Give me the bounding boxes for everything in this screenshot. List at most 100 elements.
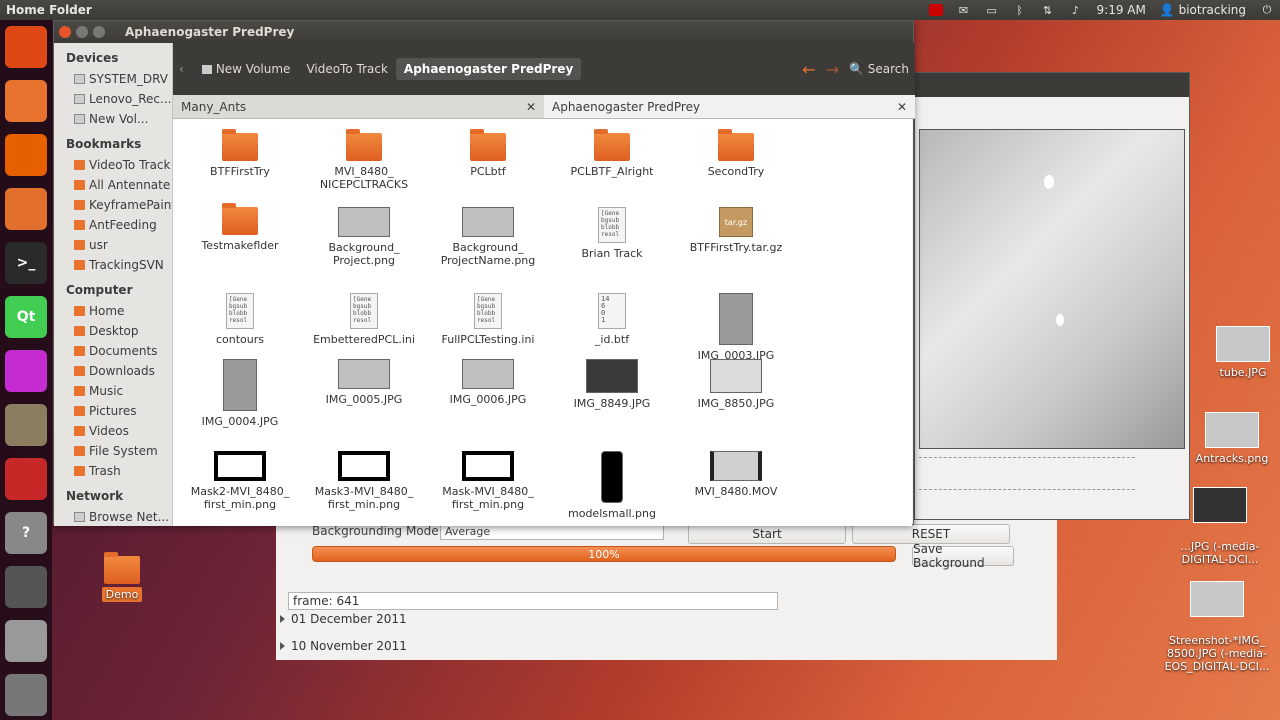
forward-arrow-icon[interactable]: → <box>826 60 839 79</box>
user-menu[interactable]: 👤 biotracking <box>1160 3 1246 17</box>
launcher-video-editor-icon[interactable] <box>5 350 47 392</box>
sidebar-item-computer-4[interactable]: Music <box>54 381 172 401</box>
launcher-files-icon[interactable] <box>5 80 47 122</box>
file-item[interactable]: Mask2-MVI_8480_ first_min.png <box>178 451 302 511</box>
tab-close-icon[interactable]: ✕ <box>897 100 907 114</box>
close-icon[interactable] <box>59 26 71 38</box>
mail-icon[interactable]: ✉ <box>957 4 971 17</box>
launcher-firefox-icon[interactable] <box>5 134 47 176</box>
sidebar-item-computer-1[interactable]: Desktop <box>54 321 172 341</box>
file-item[interactable]: PCLbtf <box>426 129 550 178</box>
sidebar-item-computer-0[interactable]: Home <box>54 301 172 321</box>
breadcrumb-videoto-track[interactable]: VideoTo Track <box>298 58 395 80</box>
minimize-icon[interactable] <box>76 26 88 38</box>
launcher-gimp-icon[interactable] <box>5 404 47 446</box>
back-arrow-icon[interactable]: ← <box>802 60 815 79</box>
sidebar-item-bookmarks-0[interactable]: VideoTo Track <box>54 155 172 175</box>
launcher-terminal-icon[interactable]: >_ <box>5 242 47 284</box>
sidebar-item-bookmarks-3[interactable]: AntFeeding <box>54 215 172 235</box>
file-item[interactable]: [Gene bgsub blobb resol FullPCLTesting.in… <box>426 293 550 346</box>
sidebar-item-computer-8[interactable]: Trash <box>54 461 172 481</box>
sidebar-item-label: SYSTEM_DRV <box>89 72 168 86</box>
launcher-drive-icon[interactable] <box>5 620 47 662</box>
reset-button[interactable]: RESET <box>852 524 1010 544</box>
launcher-workspaces-icon[interactable] <box>5 566 47 608</box>
file-item[interactable]: BTFFirstTry <box>178 129 302 178</box>
sidebar-item-network-0[interactable]: Browse Net... <box>54 507 172 527</box>
launcher-software-center-icon[interactable] <box>5 188 47 230</box>
file-item[interactable]: IMG_0005.JPG <box>302 359 426 406</box>
launcher-dash-icon[interactable] <box>5 26 47 68</box>
slider-track[interactable] <box>919 489 1135 493</box>
maximize-icon[interactable] <box>93 26 105 38</box>
desktop-icon-demo[interactable]: Demo <box>62 552 182 602</box>
file-item[interactable]: 14 6 0 1 _id.btf <box>550 293 674 346</box>
file-item[interactable]: MVI_8480_ NICEPCLTRACKS <box>302 129 426 191</box>
file-item[interactable]: Background_ Project.png <box>302 207 426 267</box>
file-item[interactable]: Testmakeflder <box>178 203 302 252</box>
volume-icon[interactable]: ♪ <box>1069 4 1083 17</box>
file-item[interactable]: [Gene bgsub blobb resol contours <box>178 293 302 346</box>
save-background-button[interactable]: Save Background <box>912 542 1014 570</box>
file-item[interactable]: [Gene bgsub blobb resol EmbetteredPCL.ini <box>302 293 426 346</box>
sidebar-item-devices-1[interactable]: Lenovo_Rec... <box>54 89 172 109</box>
tab-aphaenogaster[interactable]: Aphaenogaster PredPrey ✕ <box>544 95 915 118</box>
bluetooth-icon[interactable]: ᛒ <box>1013 4 1027 17</box>
search-button[interactable]: 🔍 Search <box>849 62 909 76</box>
file-item[interactable]: Mask3-MVI_8480_ first_min.png <box>302 451 426 511</box>
date-group-2[interactable]: 10 November 2011 <box>280 639 407 653</box>
file-item[interactable]: tar.gz BTFFirstTry.tar.gz <box>674 207 798 254</box>
search-icon: 🔍 <box>848 62 864 76</box>
network-icon[interactable]: ⇅ <box>1041 4 1055 17</box>
crumb-label: VideoTo Track <box>306 62 388 76</box>
file-item[interactable]: [Gene bgsub blobb resol Brian Track <box>550 207 674 260</box>
sidebar-item-computer-2[interactable]: Documents <box>54 341 172 361</box>
launcher-help-icon[interactable]: ? <box>5 512 47 554</box>
sidebar-item-computer-6[interactable]: Videos <box>54 421 172 441</box>
file-item[interactable]: IMG_0006.JPG <box>426 359 550 406</box>
file-item[interactable]: PCLBTF_Alright <box>550 129 674 178</box>
file-manager-window[interactable]: Aphaenogaster PredPrey Devices SYSTEM_DRV… <box>53 20 915 527</box>
tracker-window-titlebar[interactable] <box>915 73 1189 97</box>
sidebar-item-computer-3[interactable]: Downloads <box>54 361 172 381</box>
tab-many-ants[interactable]: Many_Ants ✕ <box>173 95 544 118</box>
launcher-bug-reporter-icon[interactable] <box>5 458 47 500</box>
image-thumbnail-icon <box>462 359 514 389</box>
file-item[interactable]: IMG_0004.JPG <box>178 359 302 428</box>
date-group-1[interactable]: 01 December 2011 <box>280 612 407 626</box>
slider-track[interactable] <box>919 457 1135 461</box>
clock[interactable]: 9:19 AM <box>1097 3 1146 17</box>
record-icon[interactable] <box>928 4 943 16</box>
sidebar-item-computer-7[interactable]: File System <box>54 441 172 461</box>
launcher-qt-creator-icon[interactable]: Qt <box>5 296 47 338</box>
file-item[interactable]: IMG_8850.JPG <box>674 359 798 410</box>
power-icon[interactable]: ⏻ <box>1260 3 1274 16</box>
file-item[interactable]: MVI_8480.MOV <box>674 451 798 498</box>
sidebar-item-devices-2[interactable]: New Vol... <box>54 109 172 129</box>
chat-icon[interactable]: ▭ <box>985 4 999 17</box>
file-item[interactable]: Background_ ProjectName.png <box>426 207 550 267</box>
tracker-preview-window[interactable] <box>914 72 1190 520</box>
file-item[interactable]: IMG_8849.JPG <box>550 359 674 410</box>
breadcrumb-new-volume[interactable]: New Volume <box>194 58 299 80</box>
desktop-icon-tube[interactable]: tube.JPG <box>1183 326 1280 379</box>
sidebar-item-bookmarks-4[interactable]: usr <box>54 235 172 255</box>
breadcrumb-current[interactable]: Aphaenogaster PredPrey <box>395 58 582 80</box>
sidebar-header-network: Network <box>66 489 124 503</box>
sidebar-item-bookmarks-1[interactable]: All Antennate <box>54 175 172 195</box>
sidebar-item-computer-5[interactable]: Pictures <box>54 401 172 421</box>
file-item[interactable]: SecondTry <box>674 129 798 178</box>
start-button[interactable]: Start <box>688 524 846 544</box>
file-item[interactable]: IMG_0003.JPG <box>674 293 798 362</box>
desktop-icon-screenshot2[interactable]: Streenshot-*IMG_ 8500.JPG (-media- EOS_D… <box>1157 568 1277 673</box>
file-item[interactable]: modelsmall.png <box>550 451 674 520</box>
tab-close-icon[interactable]: ✕ <box>526 100 536 114</box>
file-item[interactable]: Mask-MVI_8480_ first_min.png <box>426 451 550 511</box>
bg-mode-select[interactable]: Average <box>440 524 664 540</box>
sidebar-item-bookmarks-2[interactable]: KeyframePaint <box>54 195 172 215</box>
launcher-trash-icon[interactable] <box>5 674 47 716</box>
breadcrumb-left-icon[interactable]: ‹ <box>179 62 184 76</box>
window-titlebar[interactable]: Aphaenogaster PredPrey <box>54 21 913 43</box>
sidebar-item-devices-0[interactable]: SYSTEM_DRV <box>54 69 172 89</box>
sidebar-item-bookmarks-5[interactable]: TrackingSVN <box>54 255 172 275</box>
